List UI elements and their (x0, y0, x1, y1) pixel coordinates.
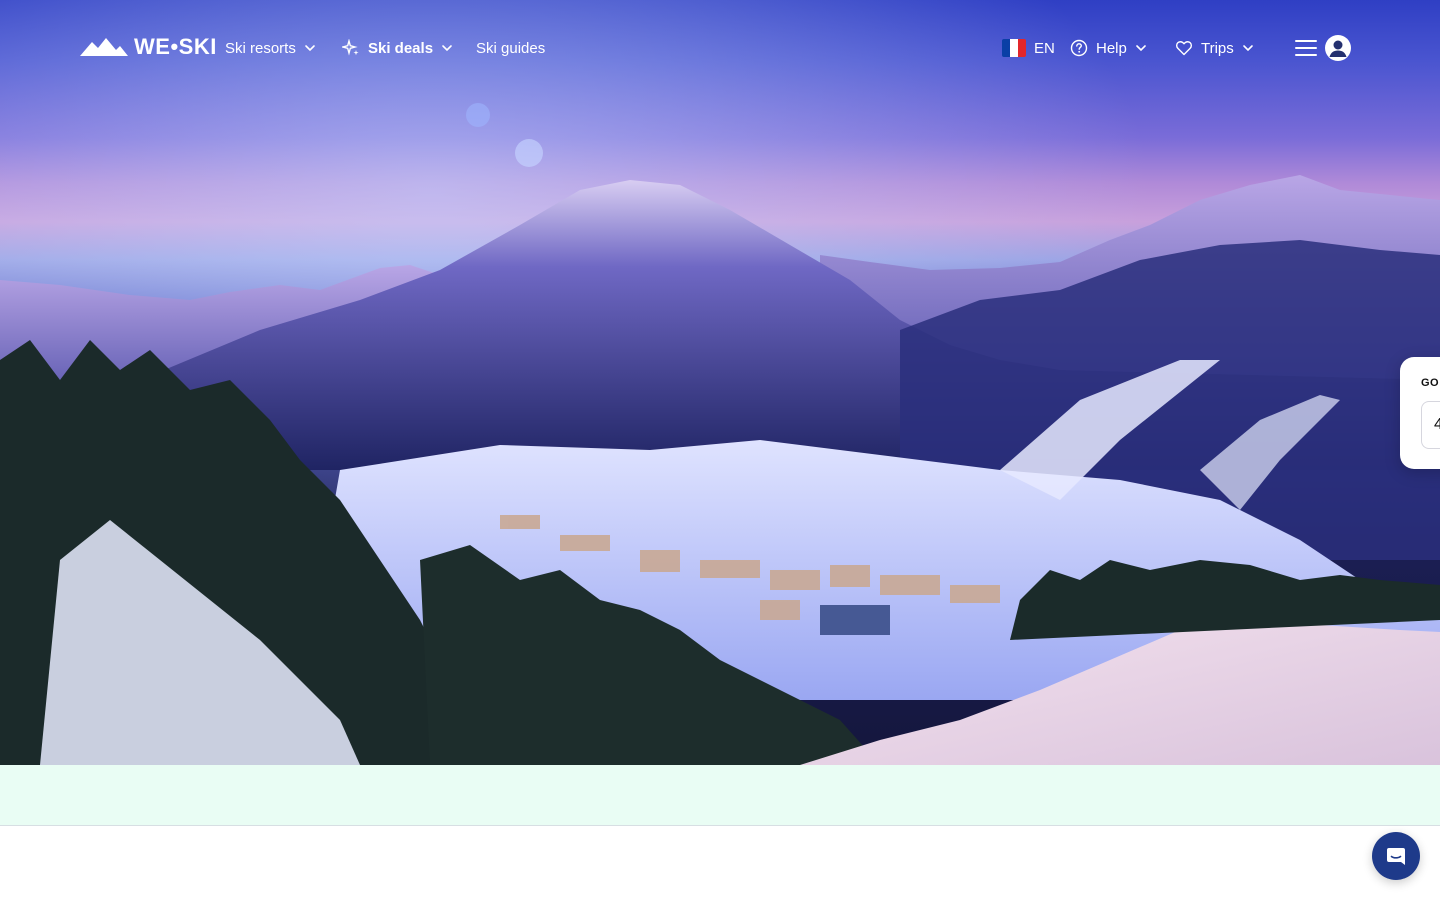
brand-name: WE•SKI (134, 34, 217, 59)
nav-help[interactable]: Help (1070, 36, 1147, 60)
nav-help-label: Help (1096, 39, 1127, 57)
chevron-down-icon (305, 45, 315, 52)
help-circle-icon (1070, 39, 1088, 57)
hero-image (0, 0, 1440, 765)
promo-band (0, 765, 1440, 826)
nav-ski-deals[interactable]: Ski deals (342, 36, 453, 60)
user-avatar-icon[interactable] (1325, 35, 1351, 61)
language-label: EN (1034, 39, 1055, 57)
chat-button[interactable] (1372, 832, 1420, 880)
language-selector[interactable]: EN (1002, 36, 1055, 60)
heart-icon (1175, 41, 1193, 56)
nav-ski-guides[interactable]: Ski guides (476, 36, 545, 60)
flag-fr-icon (1002, 39, 1026, 57)
search-card-label: GO (1421, 377, 1440, 389)
hamburger-menu-icon[interactable] (1294, 37, 1318, 59)
search-card-peek: GO 4 (1400, 357, 1440, 469)
chevron-down-icon (1136, 45, 1146, 52)
nav-trips-label: Trips (1201, 39, 1234, 57)
brand-logo[interactable]: WE•SKI (80, 34, 217, 60)
chevron-down-icon (442, 45, 452, 52)
nav-ski-resorts[interactable]: Ski resorts (225, 36, 316, 60)
top-navigation: WE•SKI Ski resorts Ski deals Ski guides … (0, 0, 1440, 96)
search-card-field[interactable]: 4 (1421, 401, 1440, 449)
nav-trips[interactable]: Trips (1175, 36, 1254, 60)
nav-ski-resorts-label: Ski resorts (225, 39, 296, 57)
nav-ski-guides-label: Ski guides (476, 39, 546, 57)
chevron-down-icon (1242, 45, 1253, 52)
search-card-field-value: 4 (1434, 416, 1440, 433)
mountain-logo-icon (80, 38, 128, 56)
mountain-scene (0, 0, 1440, 765)
sparkle-icon (342, 39, 359, 56)
nav-ski-deals-label: Ski deals (368, 39, 434, 57)
chat-icon (1387, 848, 1405, 865)
